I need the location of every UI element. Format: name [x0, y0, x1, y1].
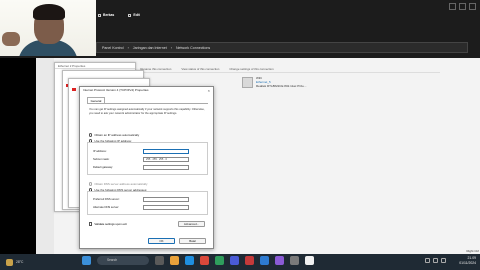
weather-icon — [6, 258, 13, 266]
start-icon[interactable] — [82, 256, 91, 265]
task-view-icon[interactable] — [155, 256, 164, 265]
ipv4-properties-dialog: Internet Protocol Version 4 (TCP/IPv4) P… — [79, 86, 214, 249]
wifi-connection[interactable]: WiFi Ethernet_5 Realtek RTL8822CE 802.11… — [242, 76, 332, 91]
menu-icon — [98, 13, 101, 17]
ip-address-row: IP address: — [93, 149, 203, 154]
host-key-label: Right Ctrl — [466, 249, 479, 253]
ip-address-field[interactable] — [143, 149, 189, 154]
alternate-dns-row: Alternate DNS server: — [93, 205, 203, 210]
radio-icon[interactable] — [89, 133, 93, 137]
app-icon[interactable] — [245, 256, 254, 265]
breadcrumb-item[interactable]: Jaringan dan Internet — [133, 46, 167, 50]
validate-checkbox-row[interactable]: Validate settings upon exit — [89, 222, 127, 226]
close-icon[interactable]: × — [208, 88, 210, 93]
warning-icon — [72, 88, 76, 91]
network-adapter-icon — [242, 77, 253, 88]
validate-label: Validate settings upon exit — [94, 222, 127, 226]
search-box[interactable]: Search — [97, 256, 149, 265]
taskbar: 28°C Search 21.09 01/11/2024 — [0, 254, 480, 270]
app-icon[interactable] — [230, 256, 239, 265]
subnet-label: Subnet mask: — [93, 158, 110, 161]
app-icon[interactable] — [290, 256, 299, 265]
person-hair — [33, 4, 65, 20]
weather-temp: 28°C — [16, 260, 24, 264]
alternate-dns-field[interactable] — [143, 205, 189, 210]
menu-icon — [128, 13, 132, 17]
radio-auto-dns[interactable]: Obtain DNS server address automatically — [89, 182, 147, 186]
close-icon[interactable] — [469, 3, 476, 10]
app-icon[interactable] — [215, 256, 224, 265]
wifi-icon[interactable] — [433, 258, 438, 263]
preferred-dns-row: Preferred DNS server: — [93, 197, 203, 202]
maximize-icon[interactable] — [459, 3, 466, 10]
taskbar-apps: Search — [82, 256, 314, 265]
preferred-dns-field[interactable] — [143, 197, 189, 202]
file-explorer-icon[interactable] — [170, 256, 179, 265]
system-tray — [425, 258, 446, 263]
app-icon[interactable] — [200, 256, 209, 265]
menu-item-edit[interactable]: Edit — [128, 13, 140, 17]
explorer-sidebar — [36, 58, 54, 254]
breadcrumb[interactable]: Panel Kontrol › Jaringan dan Internet › … — [96, 42, 468, 53]
app-icon[interactable] — [275, 256, 284, 265]
app-icon[interactable] — [260, 256, 269, 265]
gateway-label: Default gateway: — [93, 166, 114, 169]
minimize-icon[interactable] — [449, 3, 456, 10]
dns-settings-group — [87, 191, 208, 215]
command-view-status[interactable]: View status of this connection — [181, 67, 219, 71]
webcam-overlay — [0, 0, 96, 56]
command-change-settings[interactable]: Change settings of this connection — [229, 67, 273, 71]
gateway-field[interactable] — [143, 165, 189, 170]
person-hand — [2, 32, 20, 46]
breadcrumb-item[interactable]: Panel Kontrol — [102, 46, 124, 50]
chevron-up-icon[interactable] — [425, 258, 430, 263]
chevron-right-icon: › — [127, 45, 129, 50]
radio-label: Obtain an IP address automatically — [94, 133, 140, 137]
menu-item-berkas[interactable]: Berkas — [98, 13, 114, 17]
preferred-dns-label: Preferred DNS server: — [93, 198, 120, 201]
chevron-right-icon: › — [170, 45, 172, 50]
command-rename[interactable]: Rename this connection — [140, 67, 171, 71]
cancel-button[interactable]: Batal — [179, 238, 206, 244]
dialog-title: Internet Protocol Version 4 (TCP/IPv4) P… — [83, 88, 149, 92]
weather-widget[interactable]: 28°C — [6, 256, 58, 268]
ip-address-label: IP address: — [93, 150, 107, 153]
subnet-row: Subnet mask: 255 . 255 . 255 . 0 — [93, 157, 203, 162]
radio-label: Obtain DNS server address automatically — [94, 182, 148, 186]
app-icon[interactable] — [305, 256, 314, 265]
advanced-button[interactable]: Advanced... — [178, 221, 205, 227]
ok-button[interactable]: OK — [148, 238, 175, 244]
subnet-field[interactable]: 255 . 255 . 255 . 0 — [143, 157, 189, 162]
edge-icon[interactable] — [185, 256, 194, 265]
radio-auto-ip[interactable]: Obtain an IP address automatically — [89, 133, 139, 137]
gateway-row: Default gateway: — [93, 165, 203, 170]
window-controls — [449, 3, 476, 10]
clock-date: 01/11/2024 — [459, 261, 476, 265]
clock[interactable]: 21.09 01/11/2024 — [459, 256, 476, 266]
tab-divider — [87, 103, 208, 104]
radio-icon[interactable] — [89, 182, 93, 186]
volume-icon[interactable] — [441, 258, 446, 263]
validate-checkbox[interactable] — [89, 222, 93, 226]
explorer-menu: Berkas Edit — [98, 13, 140, 17]
dialog-description: You can get IP settings assigned automat… — [89, 108, 205, 115]
wifi-device: Realtek RTL8822CE 802.11ac PCIe... — [256, 83, 307, 88]
background-window-title: Ethernet 2 Properties — [55, 63, 135, 69]
breadcrumb-item[interactable]: Network Connections — [176, 46, 210, 50]
alternate-dns-label: Alternate DNS server: — [93, 206, 120, 209]
